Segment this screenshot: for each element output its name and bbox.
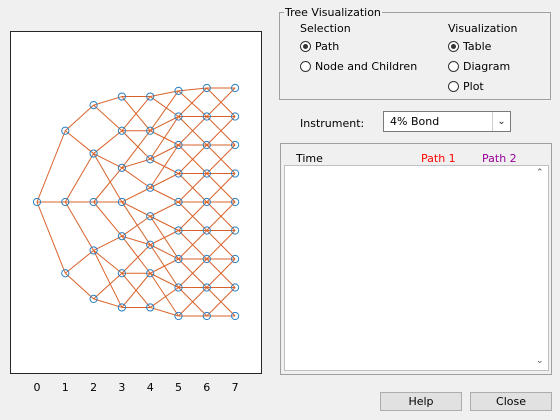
path-table-body[interactable] xyxy=(284,165,549,371)
chevron-down-icon[interactable]: ⌄ xyxy=(492,112,510,131)
tree-plot-area xyxy=(10,31,262,374)
instrument-label: Instrument: xyxy=(300,117,365,130)
radio-label: Table xyxy=(463,40,492,53)
group-title: Tree Visualization xyxy=(284,6,382,19)
radio-path[interactable]: Path xyxy=(300,40,339,53)
column-header-path-1: Path 1 xyxy=(421,152,456,165)
radio-label: Plot xyxy=(463,80,484,93)
x-tick-label: 0 xyxy=(33,381,41,394)
x-tick-label: 3 xyxy=(118,381,126,394)
radio-indicator-icon xyxy=(300,61,311,72)
x-tick-label: 6 xyxy=(203,381,211,394)
x-tick-label: 4 xyxy=(146,381,154,394)
radio-node-and-children[interactable]: Node and Children xyxy=(300,60,417,73)
x-tick-label: 5 xyxy=(175,381,182,394)
radio-plot[interactable]: Plot xyxy=(448,80,484,93)
visualization-header: Visualization xyxy=(448,22,518,35)
column-header-time: Time xyxy=(296,152,323,165)
x-tick-label: 7 xyxy=(231,381,239,394)
instrument-value: 4% Bond xyxy=(390,115,440,128)
radio-indicator-icon xyxy=(448,41,459,52)
radio-diagram[interactable]: Diagram xyxy=(448,60,510,73)
close-button[interactable]: Close xyxy=(470,392,552,411)
column-header-path-2: Path 2 xyxy=(482,152,517,165)
x-tick-label: 2 xyxy=(90,381,98,394)
selection-header: Selection xyxy=(300,22,351,35)
radio-label: Diagram xyxy=(463,60,511,73)
instrument-dropdown[interactable]: 4% Bond ⌄ xyxy=(383,111,511,132)
scroll-up-icon[interactable]: ⌃ xyxy=(536,168,546,178)
radio-indicator-icon xyxy=(448,61,459,72)
radio-indicator-icon xyxy=(448,81,459,92)
scroll-down-icon[interactable]: ⌄ xyxy=(536,356,546,366)
radio-table[interactable]: Table xyxy=(448,40,491,53)
x-tick-label: 1 xyxy=(61,381,69,394)
radio-label: Node and Children xyxy=(315,60,418,73)
help-button[interactable]: Help xyxy=(380,392,462,411)
radio-label: Path xyxy=(315,40,340,53)
radio-indicator-icon xyxy=(300,41,311,52)
